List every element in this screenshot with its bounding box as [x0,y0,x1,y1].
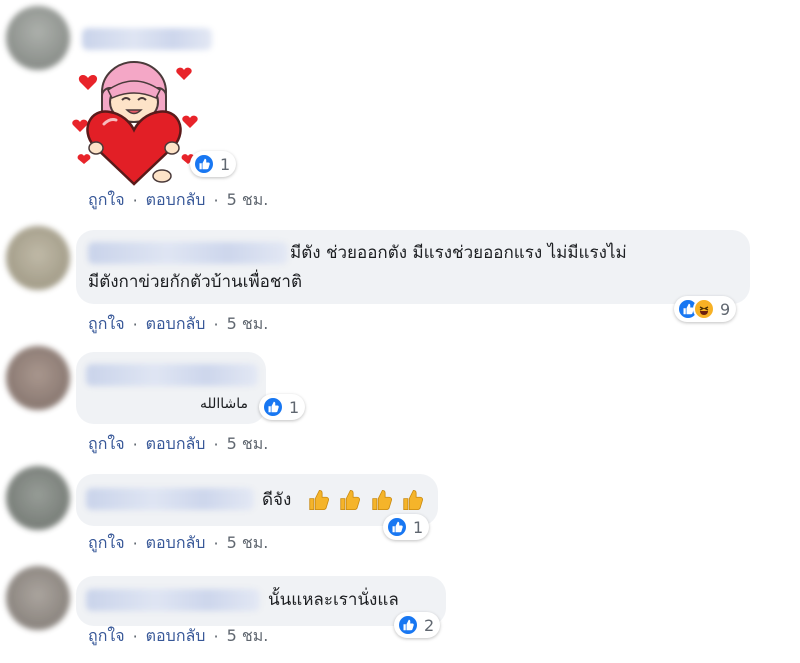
like-reaction-icon [386,516,408,538]
reaction-summary[interactable]: 2 [394,612,441,638]
reaction-count: 1 [413,517,424,537]
like-reaction-icon [193,153,215,175]
sticker-girl-holding-heart [72,61,198,186]
haha-face-icon [693,298,715,320]
avatar[interactable] [6,566,70,630]
commenter-name-redacted[interactable] [86,488,254,510]
reaction-summary[interactable]: 1 [190,151,237,177]
commenter-name-redacted[interactable] [86,589,260,611]
like-reaction-icon [397,614,419,636]
avatar[interactable] [6,226,70,290]
timestamp[interactable]: 5 ชม. [227,624,269,649]
thumbs-up-emoji-group [307,489,427,511]
thumbs-up-icon [371,489,392,511]
comment-actions: ถูกใจ · ตอบกลับ · 5 ชม. [88,624,268,649]
separator: · [213,191,219,210]
reaction-count: 9 [720,299,731,319]
reply-link[interactable]: ตอบกลับ [146,432,206,457]
timestamp[interactable]: 5 ชม. [227,432,269,457]
avatar[interactable] [6,346,70,410]
reaction-summary[interactable]: 1 [259,394,306,420]
like-link[interactable]: ถูกใจ [88,188,125,213]
comment-actions: ถูกใจ · ตอบกลับ · 5 ชม. [88,432,268,457]
avatar[interactable] [6,466,70,530]
reply-link[interactable]: ตอบกลับ [146,624,206,649]
timestamp[interactable]: 5 ชม. [227,531,269,556]
separator: · [132,534,138,553]
separator: · [132,315,138,334]
thumbs-up-icon [340,489,361,511]
thumbs-up-icon [309,489,329,511]
comment-actions: ถูกใจ · ตอบกลับ · 5 ชม. [88,531,268,556]
commenter-name-redacted[interactable] [88,242,288,264]
comment-text-content: ดีจัง [262,490,292,510]
comment-text-line-1: มีตัง ช่วยออกตัง มีแรงช่วยออกแรง ไม่มีแร… [290,243,627,263]
comment-text: นั้นแหละเรานั่งแล [268,590,399,610]
timestamp[interactable]: 5 ชม. [227,312,269,337]
comment-text: ماشاالله [200,396,249,412]
timestamp[interactable]: 5 ชม. [227,188,269,213]
separator: · [213,627,219,646]
reaction-count: 1 [220,154,231,174]
like-reaction-icon [262,396,284,418]
comment-text-line-2: มีตังกาข่วยกักตัวบ้านเพื่อชาติ [88,272,302,292]
like-link[interactable]: ถูกใจ [88,432,125,457]
separator: · [213,534,219,553]
reply-link[interactable]: ตอบกลับ [146,188,206,213]
like-link[interactable]: ถูกใจ [88,312,125,337]
separator: · [132,627,138,646]
comment-text: ดีจัง [262,486,427,514]
reaction-summary[interactable]: 9 [674,296,737,322]
commenter-name-redacted[interactable] [82,28,212,50]
comment-actions: ถูกใจ · ตอบกลับ · 5 ชม. [88,188,268,213]
reaction-count: 1 [289,397,300,417]
like-link[interactable]: ถูกใจ [88,624,125,649]
commenter-name-redacted[interactable] [86,364,258,386]
thumbs-up-icon [403,489,423,511]
avatar[interactable] [6,6,70,70]
separator: · [213,315,219,334]
comment-actions: ถูกใจ · ตอบกลับ · 5 ชม. [88,312,268,337]
reaction-count: 2 [424,615,435,635]
like-link[interactable]: ถูกใจ [88,531,125,556]
reply-link[interactable]: ตอบกลับ [146,312,206,337]
separator: · [132,435,138,454]
reaction-summary[interactable]: 1 [383,514,430,540]
separator: · [213,435,219,454]
reply-link[interactable]: ตอบกลับ [146,531,206,556]
separator: · [132,191,138,210]
